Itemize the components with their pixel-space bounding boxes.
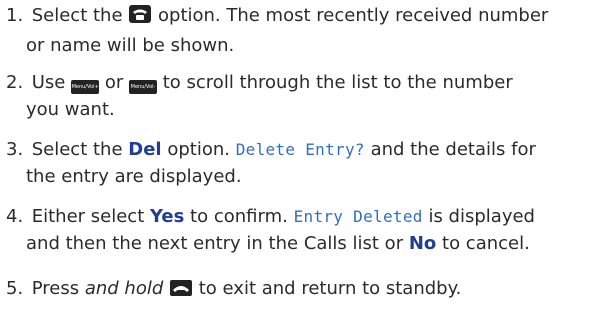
step-5: 5. Press and hold to exit and return to … (6, 275, 594, 305)
step-text: to scroll through the list to the number (162, 72, 513, 93)
step-text: the entry are displayed. (26, 166, 242, 187)
step-3: 3. Select the Del option. Delete Entry? … (6, 136, 594, 190)
display-message: Entry Deleted (293, 207, 423, 226)
menu-vol-up-key-icon: Menu/Vol+ (71, 80, 100, 94)
yes-option-label: Yes (150, 206, 185, 227)
step-text: and the details for (370, 139, 536, 160)
step-number: 5. (6, 278, 24, 299)
step-text: Either select (31, 206, 145, 227)
step-text: option. The most recently received numbe… (158, 5, 549, 26)
step-text: and then the next entry in the Calls lis… (26, 233, 404, 254)
step-text: you want. (26, 99, 115, 120)
step-number: 2. (6, 72, 24, 93)
step-text: to cancel. (442, 233, 530, 254)
step-text: is displayed (428, 206, 535, 227)
menu-vol-down-key-icon: Menu/Vol- (129, 80, 157, 94)
step-1: 1. Select the option. The most recently … (6, 2, 594, 59)
del-option-label: Del (128, 139, 162, 160)
step-number: 1. (6, 5, 24, 26)
step-4: 4. Either select Yes to confirm. Entry D… (6, 203, 594, 257)
end-call-icon (169, 278, 193, 305)
step-number: 3. (6, 139, 24, 160)
step-text: to confirm. (190, 206, 288, 227)
step-text: Select the (31, 139, 123, 160)
step-number: 4. (6, 206, 24, 227)
no-option-label: No (408, 233, 437, 254)
step-text: or name will be shown. (26, 35, 235, 56)
step-text: Select the (31, 5, 123, 26)
step-emphasis: and hold (84, 278, 164, 299)
step-2: 2. Use Menu/Vol+ or Menu/Vol- to scroll … (6, 69, 594, 123)
display-message: Delete Entry? (235, 140, 365, 159)
step-text: option. (167, 139, 230, 160)
step-text: Use (31, 72, 66, 93)
step-text: Press (31, 278, 80, 299)
step-text: to exit and return to standby. (198, 278, 462, 299)
step-text: or (104, 72, 124, 93)
calls-list-phone-icon (128, 4, 152, 32)
